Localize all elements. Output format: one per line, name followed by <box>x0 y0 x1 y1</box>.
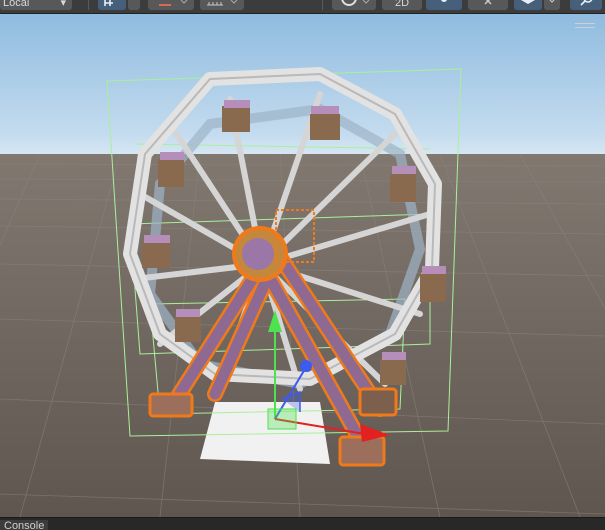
grid-snapping-dropdown[interactable] <box>128 0 140 10</box>
scene-toolbar: Local ▾ 2D <box>0 0 605 14</box>
search-button[interactable] <box>570 0 602 10</box>
scene-viewport[interactable] <box>0 14 605 517</box>
ruler-icon <box>207 0 238 6</box>
effects-dropdown-arrow[interactable] <box>544 0 560 10</box>
gondola <box>158 152 184 187</box>
toolbar-separator <box>88 0 89 10</box>
pivot-rotation-label: Local <box>3 0 30 9</box>
skybox <box>0 14 605 154</box>
hamburger-icon[interactable] <box>575 23 595 31</box>
gizmo-plane-handle[interactable] <box>267 408 297 430</box>
2d-mode-button[interactable]: 2D <box>382 0 422 10</box>
effects-dropdown[interactable] <box>514 0 542 10</box>
gondola <box>390 166 416 202</box>
search-icon <box>580 0 593 6</box>
draw-mode-dropdown[interactable] <box>332 0 376 10</box>
chevron-down-icon <box>549 0 555 3</box>
2d-mode-label: 2D <box>394 0 410 9</box>
gondola <box>420 266 446 302</box>
speaker-mute-icon <box>484 0 492 5</box>
shaded-sphere-icon <box>341 0 370 6</box>
gondola <box>222 100 250 132</box>
chevron-down-icon: ▾ <box>60 0 66 9</box>
increment-snap-button[interactable] <box>148 0 194 10</box>
gondola <box>142 235 170 268</box>
grid-snap-icon <box>104 0 113 6</box>
toolbar-visibility-dropdown[interactable] <box>200 0 244 10</box>
gizmo-z-arrow[interactable] <box>300 360 312 372</box>
audio-toggle[interactable] <box>468 0 508 10</box>
lighting-toggle[interactable] <box>426 0 462 10</box>
layers-icon <box>521 0 535 4</box>
gondola <box>310 106 340 140</box>
console-panel: Console <box>0 517 605 530</box>
scene-render[interactable] <box>0 14 605 517</box>
gondola <box>380 352 406 385</box>
lightbulb-icon <box>441 0 447 2</box>
gondola <box>175 309 201 342</box>
increment-snap-icon <box>159 0 188 6</box>
toolbar-separator <box>322 0 323 10</box>
pivot-rotation-dropdown[interactable]: Local ▾ <box>0 0 72 10</box>
grid-snapping-button[interactable] <box>98 0 126 10</box>
